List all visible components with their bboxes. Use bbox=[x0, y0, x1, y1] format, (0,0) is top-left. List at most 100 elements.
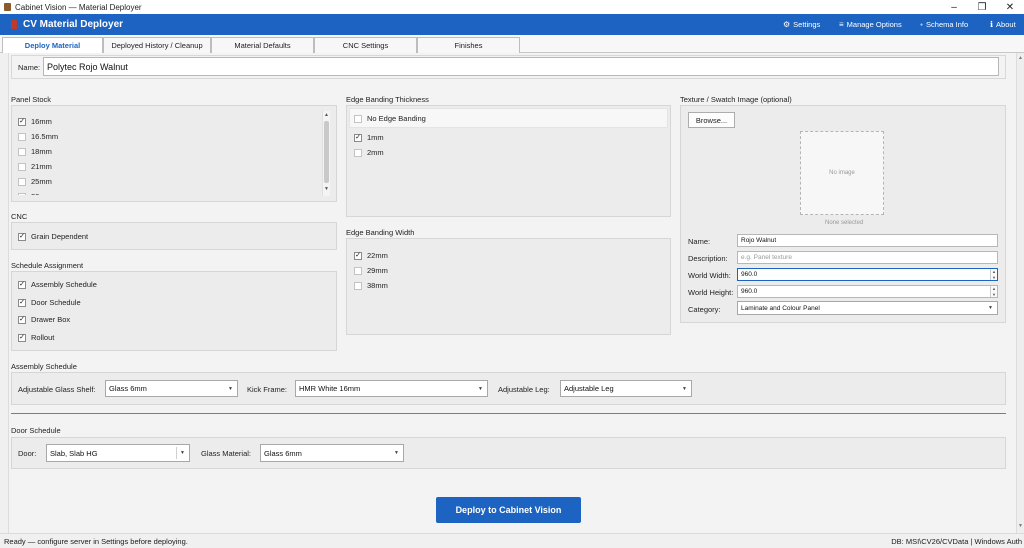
panel-stock-18mm[interactable]: 18mm bbox=[18, 147, 52, 156]
tab-finishes[interactable]: Finishes bbox=[417, 37, 520, 53]
panel-stock-list: ✓ 16mm 16.5mm 18mm 21mm 25mm 32mm bbox=[14, 108, 322, 195]
schema-info-menu[interactable]: ● Schema Info bbox=[920, 20, 968, 29]
close-button[interactable]: ✕ bbox=[996, 0, 1024, 14]
browse-button[interactable]: Browse... bbox=[688, 112, 735, 128]
checkbox-icon[interactable] bbox=[354, 266, 362, 275]
edge-width-29mm-checkbox[interactable]: 29mm bbox=[354, 266, 388, 275]
edge-thickness-2mm-checkbox[interactable]: 2mm bbox=[354, 148, 384, 157]
checkbox-icon[interactable] bbox=[18, 147, 26, 156]
grain-dependent-checkbox[interactable]: ✓ Grain Dependent bbox=[18, 232, 88, 241]
panel-stock-16mm[interactable]: ✓ 16mm bbox=[18, 117, 52, 126]
checkbox-checked-icon[interactable]: ✓ bbox=[18, 315, 26, 324]
drawer-box-checkbox[interactable]: ✓ Drawer Box bbox=[18, 315, 70, 324]
scroll-down-icon[interactable]: ▼ bbox=[1017, 523, 1024, 531]
world-height-input[interactable]: 960.0 ▲ ▼ bbox=[737, 285, 998, 298]
checkbox-checked-icon[interactable]: ✓ bbox=[18, 232, 26, 241]
door-schedule-checkbox[interactable]: ✓ Door Schedule bbox=[18, 298, 81, 307]
minimize-button[interactable]: – bbox=[940, 0, 968, 14]
panel-stock-21mm[interactable]: 21mm bbox=[18, 162, 52, 171]
door-select[interactable]: Slab, Slab HG ▼ bbox=[46, 444, 190, 462]
about-menu[interactable]: ℹ About bbox=[990, 20, 1016, 29]
adjustable-leg-select[interactable]: Adjustable Leg ▼ bbox=[560, 380, 692, 397]
checkbox-icon[interactable] bbox=[354, 148, 362, 157]
rollout-checkbox[interactable]: ✓ Rollout bbox=[18, 333, 54, 342]
scroll-up-icon[interactable]: ▲ bbox=[323, 112, 330, 118]
texture-name-input[interactable]: Rojo Walnut bbox=[737, 234, 998, 247]
db-connection-info: DB: MSI\CV26/CVData | Windows Auth bbox=[891, 536, 1022, 546]
deploy-button[interactable]: Deploy to Cabinet Vision bbox=[436, 497, 581, 523]
chevron-down-icon: ▼ bbox=[478, 385, 483, 392]
edge-thickness-1mm-checkbox[interactable]: ✓ 1mm bbox=[354, 133, 384, 142]
checkbox-icon[interactable] bbox=[18, 162, 26, 171]
glass-shelf-select[interactable]: Glass 6mm ▼ bbox=[105, 380, 238, 397]
world-width-spinner[interactable]: ▲ ▼ bbox=[990, 269, 997, 280]
status-message: Ready — configure server in Settings bef… bbox=[4, 536, 188, 546]
world-height-spinner[interactable]: ▲ ▼ bbox=[990, 286, 997, 297]
spin-down-icon[interactable]: ▼ bbox=[992, 275, 996, 280]
page-scrollbar[interactable]: ▲ ▼ bbox=[1017, 53, 1024, 533]
panel-stock-32mm[interactable]: 32mm bbox=[18, 192, 52, 195]
checkbox-label: 22mm bbox=[367, 251, 388, 260]
checkbox-icon[interactable] bbox=[18, 132, 26, 141]
app-icon bbox=[4, 3, 11, 11]
checkbox-icon[interactable] bbox=[18, 177, 26, 186]
spin-up-icon[interactable]: ▲ bbox=[992, 269, 996, 274]
description-input[interactable]: e.g. Panel texture bbox=[737, 251, 998, 264]
checkbox-label: No Edge Banding bbox=[367, 114, 426, 123]
chevron-down-icon: ▼ bbox=[180, 450, 185, 456]
tab-cnc-settings[interactable]: CNC Settings bbox=[314, 37, 417, 53]
edge-width-22mm-checkbox[interactable]: ✓ 22mm bbox=[354, 251, 388, 260]
manage-options-menu[interactable]: ≡ Manage Options bbox=[839, 20, 902, 29]
checkbox-icon[interactable] bbox=[18, 192, 26, 195]
texture-name-label: Name: bbox=[688, 237, 711, 246]
tab-deployed-history[interactable]: Deployed History / Cleanup bbox=[103, 37, 211, 53]
section-divider bbox=[11, 413, 1006, 414]
door-label: Door: bbox=[18, 449, 37, 458]
scroll-thumb[interactable] bbox=[324, 121, 329, 183]
panel-stock-25mm[interactable]: 25mm bbox=[18, 177, 52, 186]
settings-menu[interactable]: ⚙ Settings bbox=[783, 20, 820, 29]
maximize-button[interactable]: ❐ bbox=[968, 0, 996, 14]
panel-stock-scrollbar[interactable]: ▲ ▼ bbox=[322, 111, 330, 196]
kick-frame-select[interactable]: HMR White 16mm ▼ bbox=[295, 380, 488, 397]
none-selected-text: None selected bbox=[825, 220, 864, 226]
panel-stock-16-5mm[interactable]: 16.5mm bbox=[18, 132, 58, 141]
checkbox-checked-icon[interactable]: ✓ bbox=[18, 333, 26, 342]
panel-stock-title: Panel Stock bbox=[11, 95, 52, 104]
kick-frame-value: HMR White 16mm bbox=[299, 384, 361, 393]
glass-shelf-label: Adjustable Glass Shelf: bbox=[18, 385, 96, 394]
checkbox-label: 21mm bbox=[31, 162, 52, 171]
checkbox-icon[interactable] bbox=[354, 114, 362, 123]
assembly-schedule-checkbox[interactable]: ✓ Assembly Schedule bbox=[18, 280, 97, 289]
checkbox-checked-icon[interactable]: ✓ bbox=[354, 133, 362, 142]
chevron-down-icon: ▼ bbox=[988, 305, 993, 311]
tab-material-defaults[interactable]: Material Defaults bbox=[211, 37, 314, 53]
gear-icon: ⚙ bbox=[783, 20, 791, 29]
checkbox-label: Assembly Schedule bbox=[31, 280, 97, 289]
glass-material-select[interactable]: Glass 6mm ▼ bbox=[260, 444, 404, 462]
glass-material-label: Glass Material: bbox=[201, 449, 252, 458]
world-width-input[interactable]: 960.0 ▲ ▼ bbox=[737, 268, 998, 281]
checkbox-icon[interactable] bbox=[354, 281, 362, 290]
tab-deploy-material[interactable]: Deploy Material bbox=[2, 37, 103, 53]
schedule-assignment-title: Schedule Assignment bbox=[11, 261, 84, 270]
spin-down-icon[interactable]: ▼ bbox=[992, 292, 996, 297]
category-select[interactable]: Laminate and Colour Panel ▼ bbox=[737, 301, 998, 315]
material-name-input[interactable]: Polytec Rojo Walnut bbox=[43, 57, 999, 76]
no-edge-banding-checkbox[interactable]: No Edge Banding bbox=[354, 114, 426, 123]
checkbox-checked-icon[interactable]: ✓ bbox=[18, 280, 26, 289]
combo-separator bbox=[176, 447, 177, 459]
settings-label: Settings bbox=[793, 20, 821, 29]
checkbox-checked-icon[interactable]: ✓ bbox=[354, 251, 362, 260]
status-bar: Ready — configure server in Settings bef… bbox=[0, 533, 1024, 548]
edge-width-38mm-checkbox[interactable]: 38mm bbox=[354, 281, 388, 290]
dot-icon: ● bbox=[920, 21, 924, 28]
assembly-schedule-title: Assembly Schedule bbox=[11, 362, 77, 371]
scroll-down-icon[interactable]: ▼ bbox=[323, 186, 330, 192]
app-title: CV Material Deployer bbox=[23, 19, 124, 30]
spin-up-icon[interactable]: ▲ bbox=[992, 286, 996, 291]
checkbox-checked-icon[interactable]: ✓ bbox=[18, 117, 26, 126]
scroll-up-icon[interactable]: ▲ bbox=[1017, 55, 1024, 63]
adjustable-leg-label: Adjustable Leg: bbox=[498, 385, 550, 394]
checkbox-checked-icon[interactable]: ✓ bbox=[18, 298, 26, 307]
